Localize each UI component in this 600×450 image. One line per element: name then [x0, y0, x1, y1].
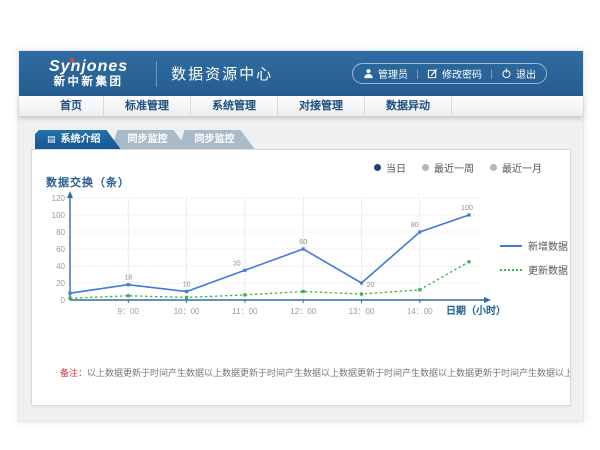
tab-label: 同步监控 [195, 130, 235, 149]
nav-item-4[interactable]: 对接管理 [278, 96, 365, 116]
svg-text:11：00: 11：00 [232, 307, 258, 316]
company-logo: Synjones 新中新集团 [49, 58, 128, 89]
range-option-3[interactable]: 最近一月 [490, 160, 542, 175]
svg-text:60: 60 [299, 239, 307, 246]
logo-accent-dot [70, 58, 74, 62]
chart-legend: 新增数据更新数据 [500, 238, 568, 286]
svg-text:80: 80 [411, 222, 419, 229]
line-chart: 0 20 40 60 80 100 120 9：00 10：00 11：00 12：00 13：00 1… [52, 190, 522, 324]
range-option-label: 当日 [386, 160, 406, 175]
logo-subtext: 新中新集团 [49, 76, 128, 89]
logout-button[interactable]: 退出 [501, 66, 536, 81]
svg-text:120: 120 [52, 194, 66, 203]
svg-text:100: 100 [52, 211, 66, 220]
logo-text: Synjones [49, 58, 128, 76]
page-title: 数据资源中心 [171, 63, 273, 84]
legend-item-2[interactable]: 更新数据 [500, 262, 568, 277]
svg-text:20: 20 [367, 282, 375, 289]
content-area: ▤ 系统介绍 同步监控 同步监控 当日 最近一周 最近一月 数据交换（条） 0 20 40 60… [19, 117, 583, 421]
app-window: Synjones 新中新集团 数据资源中心 管理员 修改密码 退出 首页标准管理… [18, 50, 584, 422]
range-selector: 当日 最近一周 最近一月 [374, 160, 542, 175]
legend-item-1[interactable]: 新增数据 [500, 238, 568, 253]
range-option-label: 最近一周 [434, 160, 474, 175]
footnote-text: 以上数据更新于时间产生数据以上数据更新于时间产生数据以上数据更新于时间产生数据以… [87, 368, 570, 378]
user-menu[interactable]: 管理员 [363, 66, 408, 81]
svg-text:40: 40 [56, 262, 65, 271]
change-password-button[interactable]: 修改密码 [427, 66, 482, 81]
svg-text:35: 35 [233, 260, 241, 267]
nav-item-5[interactable]: 数据异动 [365, 96, 452, 116]
range-option-1[interactable]: 当日 [374, 160, 406, 175]
svg-text:80: 80 [56, 228, 65, 237]
edit-icon [427, 68, 438, 79]
svg-text:9：00: 9：00 [118, 307, 140, 316]
tab-label: 同步监控 [128, 130, 168, 149]
y-axis-title: 数据交换（条） [46, 174, 130, 190]
radio-icon [422, 164, 429, 171]
svg-text:100: 100 [461, 205, 473, 212]
user-icon [363, 68, 374, 79]
svg-text:60: 60 [56, 245, 65, 254]
nav-item-3[interactable]: 系统管理 [191, 96, 278, 116]
svg-text:13：00: 13：00 [349, 307, 375, 316]
legend-label: 新增数据 [528, 238, 568, 253]
svg-text:14：00: 14：00 [407, 307, 433, 316]
radio-icon [374, 164, 381, 171]
tab-3[interactable]: 同步监控 [179, 130, 255, 149]
power-icon [501, 68, 512, 79]
range-option-2[interactable]: 最近一周 [422, 160, 474, 175]
svg-text:20: 20 [56, 279, 65, 288]
main-nav: 首页标准管理系统管理对接管理数据异动 [19, 96, 583, 117]
nav-item-1[interactable]: 首页 [39, 96, 104, 116]
content-panel: 当日 最近一周 最近一月 数据交换（条） 0 20 40 60 80 100 120 9：00 10… [31, 149, 571, 406]
logout-label: 退出 [516, 66, 536, 81]
header: Synjones 新中新集团 数据资源中心 管理员 修改密码 退出 [19, 51, 583, 96]
svg-text:日期（小时）: 日期（小时） [446, 304, 506, 317]
tab-1[interactable]: ▤ 系统介绍 [35, 130, 121, 149]
header-divider [156, 61, 157, 87]
svg-text:18: 18 [124, 275, 132, 282]
legend-label: 更新数据 [528, 262, 568, 277]
tab-label: 系统介绍 [61, 130, 101, 149]
tab-2[interactable]: 同步监控 [112, 130, 188, 149]
svg-text:10：00: 10：00 [174, 307, 200, 316]
pill-separator [491, 69, 492, 79]
svg-text:12：00: 12：00 [290, 307, 316, 316]
legend-line-sample [500, 245, 522, 247]
svg-text:0: 0 [61, 296, 66, 305]
nav-item-2[interactable]: 标准管理 [104, 96, 191, 116]
range-option-label: 最近一月 [502, 160, 542, 175]
tab-bar: ▤ 系统介绍 同步监控 同步监控 [19, 117, 583, 149]
radio-icon [490, 164, 497, 171]
pill-separator [417, 69, 418, 79]
document-icon: ▤ [47, 130, 56, 149]
legend-line-sample [500, 269, 522, 271]
change-password-label: 修改密码 [442, 66, 482, 81]
svg-text:10: 10 [183, 282, 191, 289]
footnote: 备注：以上数据更新于时间产生数据以上数据更新于时间产生数据以上数据更新于时间产生… [32, 366, 570, 379]
footnote-prefix: 备注： [60, 368, 87, 378]
user-toolbar: 管理员 修改密码 退出 [352, 63, 547, 84]
user-label: 管理员 [378, 66, 408, 81]
